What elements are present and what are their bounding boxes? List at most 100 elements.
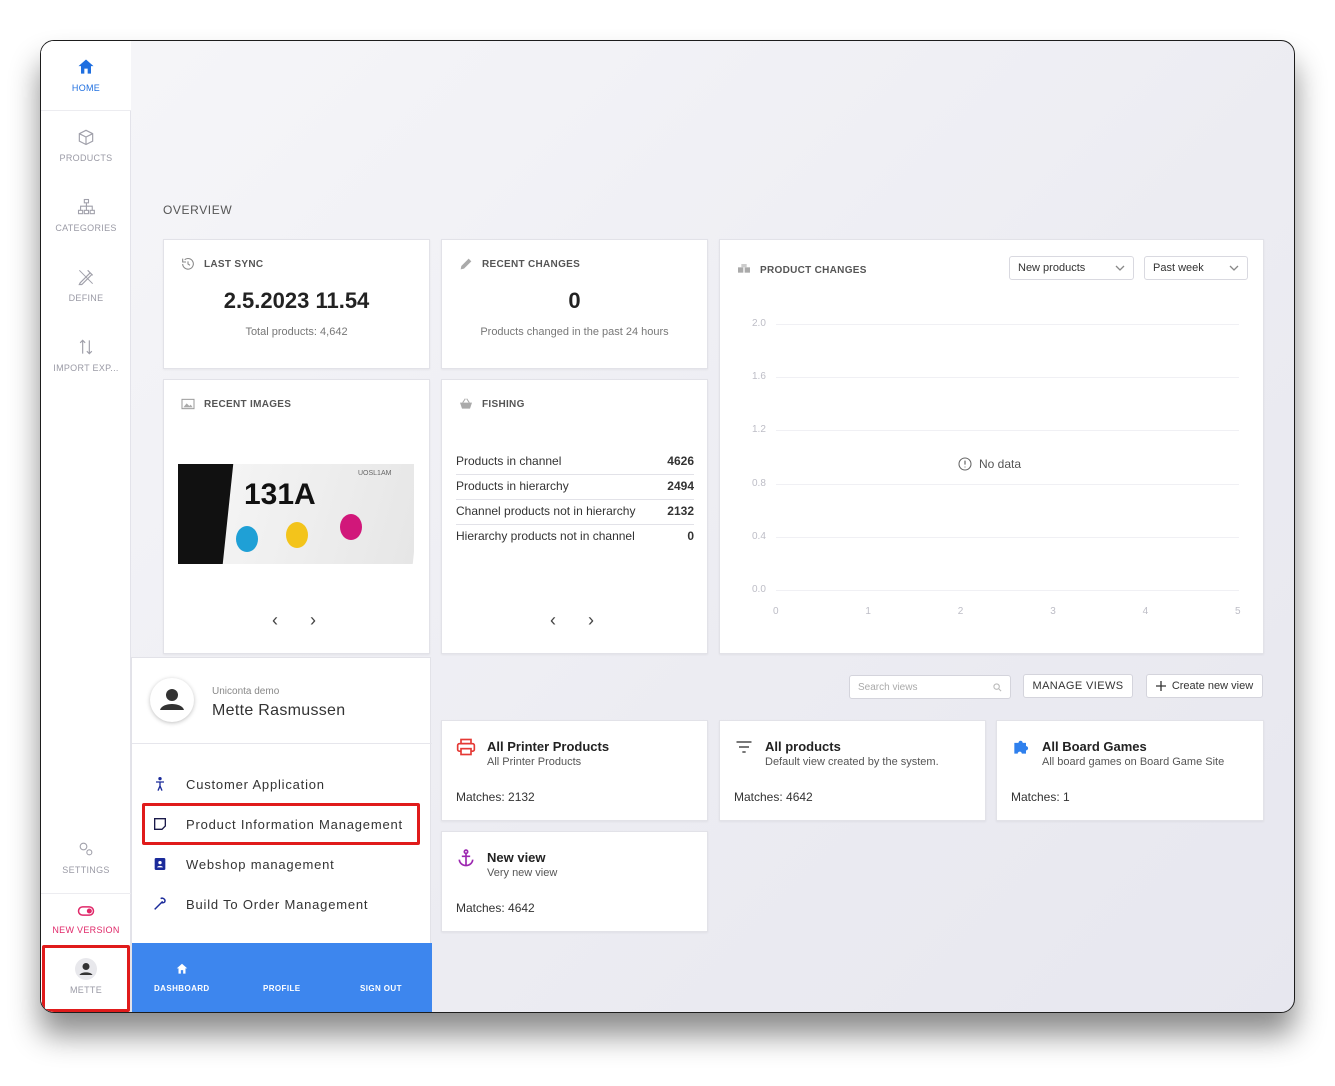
x-tick-label: 2 xyxy=(957,606,964,617)
sidebar-item-import-export[interactable]: IMPORT EXP... xyxy=(41,337,131,387)
no-data-text: No data xyxy=(979,457,1022,471)
last-sync-card: LAST SYNC 2.5.2023 11.54 Total products:… xyxy=(163,239,430,369)
gridline xyxy=(776,377,1239,379)
prev-page-button[interactable]: ‹ xyxy=(550,610,556,631)
gridline xyxy=(776,483,1239,485)
view-matches: Matches: 1 xyxy=(1011,790,1070,804)
view-subtitle: Default view created by the system. xyxy=(765,756,939,768)
period-select[interactable]: Past week xyxy=(1144,256,1248,280)
info-icon xyxy=(958,457,972,471)
next-image-button[interactable]: › xyxy=(310,610,316,631)
app-label: Customer Application xyxy=(186,776,325,792)
gridline xyxy=(776,324,1239,325)
sidebar-item-label: CATEGORIES xyxy=(55,223,117,233)
badge-icon xyxy=(154,858,166,870)
profile-footer: DASHBOARD PROFILE SIGN OUT xyxy=(132,943,432,1012)
sidebar-item-label: PRODUCTS xyxy=(59,153,113,163)
row-label: Products in hierarchy xyxy=(456,479,569,493)
manage-views-button[interactable]: MANAGE VIEWS xyxy=(1023,674,1133,698)
view-card-all-board-games[interactable]: All Board Games All board games on Board… xyxy=(996,720,1264,821)
sidebar-item-home[interactable]: HOME xyxy=(41,41,131,111)
anchor-icon xyxy=(458,849,474,867)
row-label: Products in channel xyxy=(456,454,562,468)
sidebar-item-products[interactable]: PRODUCTS xyxy=(41,127,131,177)
sidebar-item-label: HOME xyxy=(71,83,101,93)
y-tick-label: 0.4 xyxy=(752,530,766,542)
magenta-dot xyxy=(340,514,362,540)
basket-icon xyxy=(460,398,472,409)
card-title: RECENT CHANGES xyxy=(458,256,580,272)
view-matches: Matches: 2132 xyxy=(456,790,535,804)
product-type-select[interactable]: New products xyxy=(1009,256,1134,280)
y-tick-label: 1.6 xyxy=(752,371,766,383)
last-sync-title: LAST SYNC xyxy=(204,258,264,270)
view-subtitle: Very new view xyxy=(487,867,558,879)
y-tick-label: 0.8 xyxy=(752,477,766,489)
app-customer-application[interactable]: Customer Application xyxy=(152,767,420,801)
app-window: HOME PRODUCTS CATEGORIES DEFINE IMPORT E… xyxy=(40,40,1295,1013)
x-tick-label: 5 xyxy=(1235,606,1241,617)
table-row: Products in channel 4626 xyxy=(456,450,694,475)
toggle-icon xyxy=(77,906,95,916)
y-tick-label: 2.0 xyxy=(752,318,766,329)
sidebar-item-categories[interactable]: CATEGORIES xyxy=(41,197,131,247)
app-product-information-management[interactable]: Product Information Management xyxy=(142,803,420,845)
recent-image[interactable]: 131A UOSL1AM xyxy=(178,464,414,564)
sidebar-item-label: NEW VERSION xyxy=(52,925,120,935)
manage-views-label: MANAGE VIEWS xyxy=(1032,680,1124,692)
view-card-new-view[interactable]: New view Very new view Matches: 4642 xyxy=(441,831,708,932)
image-corner-text: UOSL1AM xyxy=(358,470,392,477)
view-card-all-printer-products[interactable]: All Printer Products All Printer Product… xyxy=(441,720,708,821)
view-title: All products xyxy=(765,739,841,754)
app-webshop-management[interactable]: Webshop management xyxy=(152,847,420,881)
row-value: 0 xyxy=(687,529,694,543)
recent-changes-sub: Products changed in the past 24 hours xyxy=(480,326,669,338)
sidebar-item-define[interactable]: DEFINE xyxy=(41,267,131,317)
home-icon xyxy=(78,59,94,74)
view-subtitle: All Printer Products xyxy=(487,756,582,768)
sidebar: HOME PRODUCTS CATEGORIES DEFINE IMPORT E… xyxy=(41,41,131,1012)
x-tick-label: 1 xyxy=(865,606,871,617)
person-icon xyxy=(156,777,164,791)
sidebar-item-user[interactable]: METTE xyxy=(42,945,130,1012)
view-card-all-products[interactable]: All products Default view created by the… xyxy=(719,720,986,821)
create-new-view-button[interactable]: Create new view xyxy=(1146,674,1263,698)
gridline xyxy=(776,536,1239,538)
sidebar-item-label: IMPORT EXP... xyxy=(53,363,119,373)
recent-changes-title: RECENT CHANGES xyxy=(482,258,581,270)
app-label: Product Information Management xyxy=(186,816,403,832)
search-icon xyxy=(993,683,1002,692)
cyan-dot xyxy=(236,526,258,552)
footer-profile-button[interactable]: PROFILE xyxy=(263,984,300,993)
product-changes-title: PRODUCT CHANGES xyxy=(760,264,867,276)
chevron-down-icon xyxy=(1115,265,1125,271)
recent-changes-card: RECENT CHANGES 0 Products changed in the… xyxy=(441,239,708,369)
image-model-text: 131A xyxy=(244,478,316,511)
next-page-button[interactable]: › xyxy=(588,610,594,631)
recent-changes-value: 0 xyxy=(568,288,581,313)
card-title: LAST SYNC xyxy=(180,256,263,272)
pencil-icon xyxy=(460,258,472,270)
sidebar-item-new-version[interactable]: NEW VERSION xyxy=(41,901,131,941)
recent-images-title: RECENT IMAGES xyxy=(204,398,292,410)
home-icon xyxy=(176,963,188,974)
wrench-icon xyxy=(154,897,166,910)
fishing-title: FISHING xyxy=(482,398,525,410)
view-title: New view xyxy=(487,850,546,865)
sidebar-item-settings[interactable]: SETTINGS xyxy=(41,839,131,889)
row-value: 4626 xyxy=(667,454,694,468)
search-views-input[interactable]: Search views xyxy=(849,675,1011,699)
footer-dashboard-button[interactable]: DASHBOARD xyxy=(154,984,210,993)
company-name: Uniconta demo xyxy=(212,686,280,697)
footer-signout-button[interactable]: SIGN OUT xyxy=(360,984,402,993)
prev-image-button[interactable]: ‹ xyxy=(272,610,278,631)
gridline xyxy=(776,430,1239,432)
sidebar-divider xyxy=(41,893,131,894)
sidebar-item-label: DEFINE xyxy=(68,293,104,303)
sort-arrows-icon xyxy=(79,339,93,355)
view-subtitle: All board games on Board Game Site xyxy=(1042,756,1225,768)
app-build-to-order-management[interactable]: Build To Order Management xyxy=(152,887,420,921)
view-title: All Printer Products xyxy=(487,739,610,754)
boxes-icon xyxy=(738,264,750,273)
user-icon xyxy=(160,689,184,710)
